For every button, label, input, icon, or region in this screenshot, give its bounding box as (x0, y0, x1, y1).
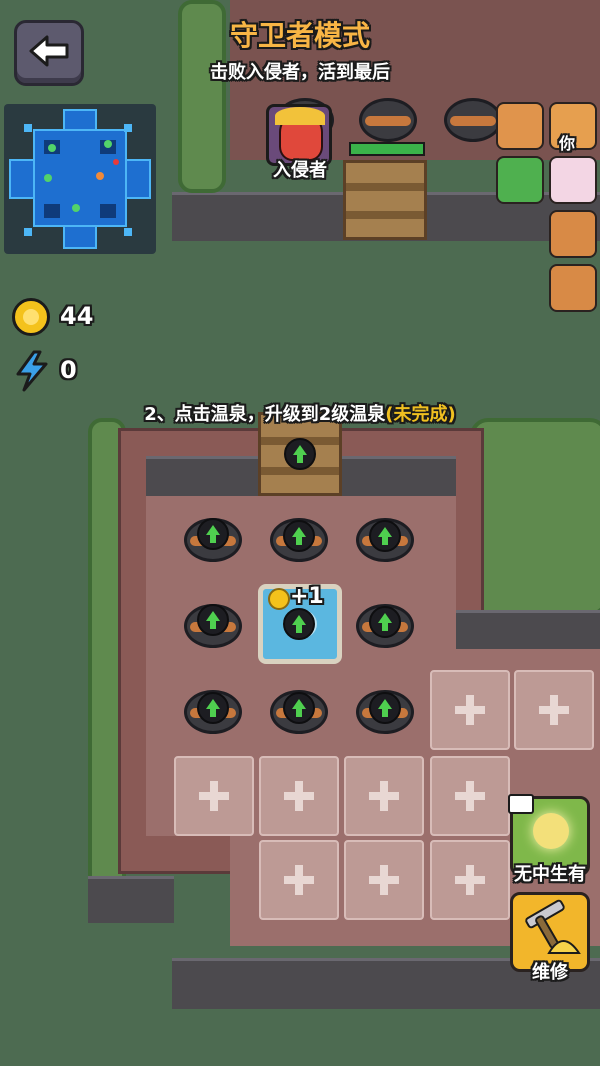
empty-build-slot[interactable] (174, 756, 254, 836)
lower-hedge-right (470, 418, 600, 616)
page-title: 守卫者模式 (229, 19, 370, 52)
player-avatar[interactable] (549, 264, 597, 312)
invader-label: 入侵者 (273, 160, 327, 181)
bottom-left-wall-face (88, 876, 174, 923)
energy-count: 0 (60, 356, 77, 384)
upgrade-arrow-icon[interactable] (283, 520, 315, 552)
task-banner: 2、点击温泉，升级到2级温泉(未完成) (0, 400, 600, 426)
empty-build-slot[interactable] (514, 670, 594, 750)
task-text: 2、点击温泉，升级到2级温泉 (144, 404, 386, 425)
minimap-map-icon (9, 109, 151, 249)
coin-icon (12, 298, 50, 336)
hot-spring-upgrade-icon[interactable] (283, 608, 315, 640)
upgrade-arrow-icon[interactable] (369, 520, 401, 552)
create-button-label: 无中生有 (514, 864, 586, 885)
player-avatar[interactable] (496, 102, 544, 150)
empty-build-slot[interactable] (259, 756, 339, 836)
upgrade-arrow-icon[interactable] (283, 692, 315, 724)
upgrade-arrow-icon[interactable] (369, 606, 401, 638)
page-subtitle: 击败入侵者，活到最后 (210, 62, 390, 83)
energy-icon (16, 350, 48, 392)
coin-count: 44 (60, 302, 94, 330)
player-avatar[interactable] (549, 156, 597, 204)
empty-build-slot[interactable] (344, 756, 424, 836)
hot-spring-bonus: +1 (290, 584, 324, 609)
upgrade-arrow-icon[interactable] (369, 692, 401, 724)
upgrade-arrow-icon[interactable] (197, 692, 229, 724)
empty-build-slot[interactable] (430, 670, 510, 750)
right-wall-face (456, 610, 600, 649)
upgrade-arrow-icon[interactable] (197, 518, 229, 550)
empty-build-slot[interactable] (344, 840, 424, 920)
task-status: (未完成) (385, 404, 456, 425)
gate-health-bar (349, 142, 425, 156)
player-avatar[interactable] (549, 210, 597, 258)
repair-button-label: 维修 (532, 962, 568, 983)
empty-build-slot[interactable] (259, 840, 339, 920)
minimap[interactable] (4, 104, 156, 254)
you-label: 你 (559, 134, 576, 153)
empty-build-slot[interactable] (430, 756, 510, 836)
upper-wooden-gate[interactable] (343, 160, 427, 240)
upper-turret-1[interactable] (355, 92, 421, 144)
player-avatar[interactable] (496, 156, 544, 204)
upgrade-arrow-icon[interactable] (197, 604, 229, 636)
gate-upgrade-icon[interactable] (284, 438, 316, 470)
video-ad-icon (508, 794, 534, 814)
coin-icon (268, 588, 290, 610)
